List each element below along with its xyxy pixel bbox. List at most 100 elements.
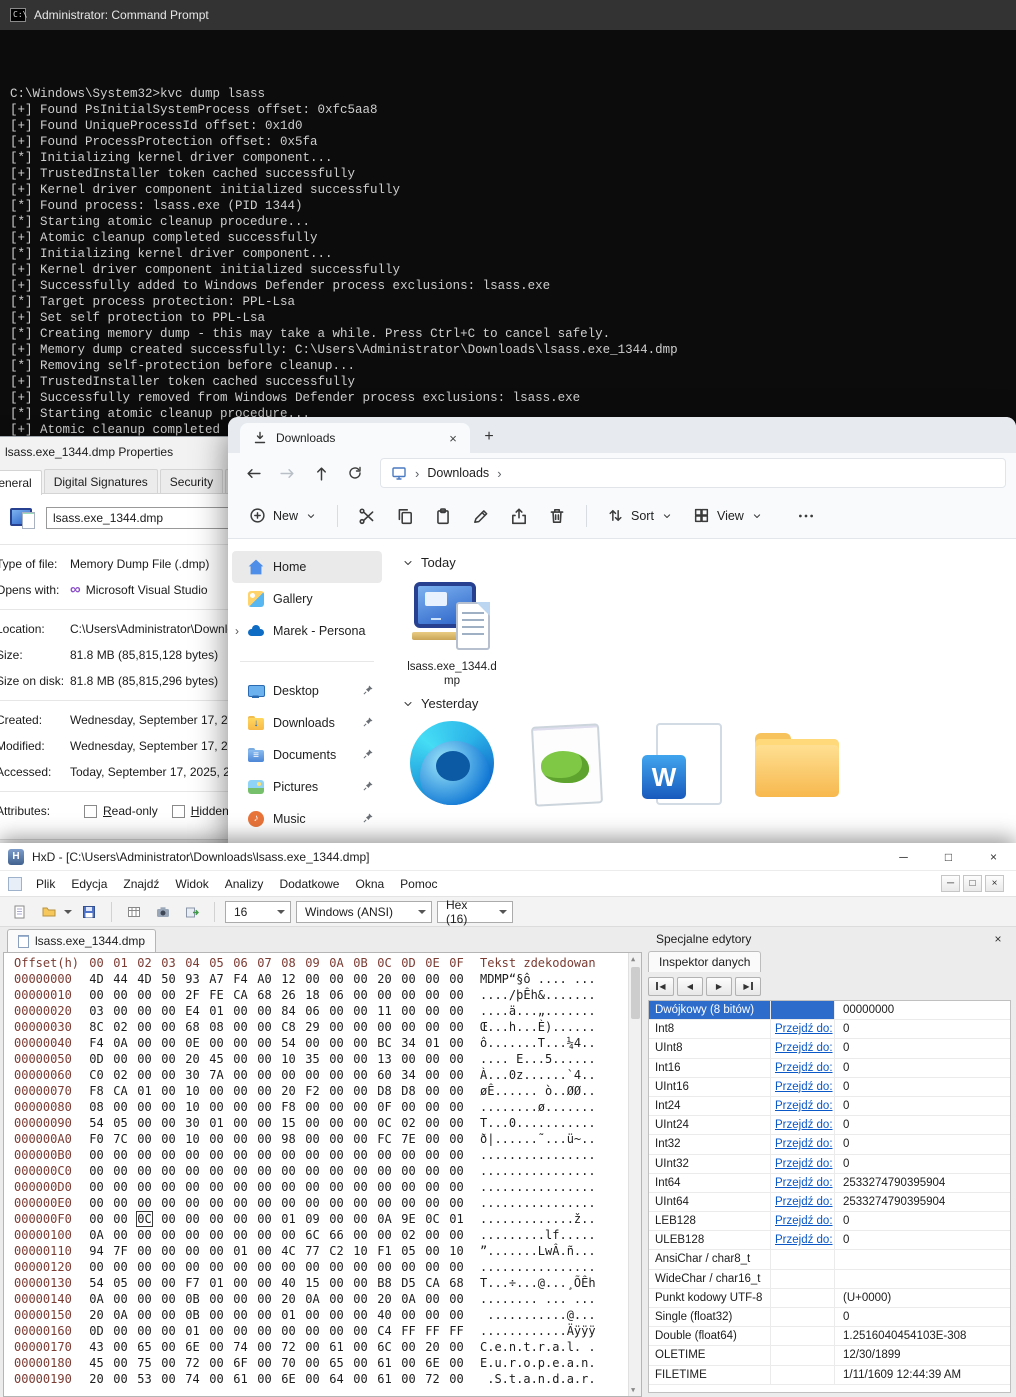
go-to-link[interactable] xyxy=(771,1346,835,1364)
refresh-button[interactable] xyxy=(340,458,370,488)
inspector-row[interactable]: Int24 Przejdź do: 0 xyxy=(649,1097,1010,1116)
hex-scrollbar[interactable] xyxy=(628,953,641,1396)
sidebar-item[interactable]: › Downloads xyxy=(232,707,382,739)
hex-row[interactable]: 000000E000000000000000000000000000000000… xyxy=(4,1195,628,1211)
inspector-row[interactable]: FILETIME 1/11/1609 12:44:39 AM xyxy=(649,1366,1010,1385)
up-button[interactable] xyxy=(306,458,336,488)
panel-close-icon[interactable]: × xyxy=(989,931,1007,947)
go-to-link[interactable]: Przejdź do: xyxy=(771,1193,835,1211)
inspector-row[interactable]: UInt16 Przejdź do: 0 xyxy=(649,1078,1010,1097)
save-button[interactable] xyxy=(77,900,101,924)
inspector-row[interactable]: Punkt kodowy UTF-8 (U+0000) xyxy=(649,1289,1010,1308)
minimize-button[interactable]: ─ xyxy=(881,843,926,871)
inspector-row[interactable]: Int8 Przejdź do: 0 xyxy=(649,1020,1010,1039)
cmd-titlebar[interactable]: Administrator: Command Prompt xyxy=(0,0,1016,30)
hex-row[interactable]: 000000C000000000000000000000000000000000… xyxy=(4,1163,628,1179)
inspector-row[interactable]: ULEB128 Przejdź do: 0 xyxy=(649,1231,1010,1250)
address-box[interactable]: › Downloads › xyxy=(380,458,1006,488)
go-to-link[interactable] xyxy=(771,1270,835,1288)
readonly-checkbox[interactable]: Read-only xyxy=(84,804,158,818)
snapshot-button[interactable] xyxy=(151,900,175,924)
sidebar-item[interactable]: › Documents xyxy=(232,739,382,771)
file-tile-dmp[interactable]: lsass.exe_1344.dmp xyxy=(402,580,502,688)
next-byte-button[interactable]: ▶ xyxy=(706,977,732,996)
mdi-close-button[interactable]: × xyxy=(985,875,1004,892)
hex-row[interactable]: 00000010000000002FFECA682618060000000000… xyxy=(4,987,628,1003)
properties-tab[interactable]: General xyxy=(0,470,42,495)
inspector-row[interactable]: Single (float32) 0 xyxy=(649,1308,1010,1327)
inspector-row[interactable]: Dwójkowy (8 bitów) 00000000 xyxy=(649,1001,1010,1020)
new-file-button[interactable] xyxy=(8,900,32,924)
yesterday-section-header[interactable]: Yesterday xyxy=(402,696,1016,711)
hex-row[interactable]: 000000F000000C0000000000010900000A9E0C01… xyxy=(4,1211,628,1227)
hxd-titlebar[interactable]: HxD - [C:\Users\Administrator\Downloads\… xyxy=(0,843,1016,871)
go-to-link[interactable] xyxy=(771,1366,835,1384)
hex-row[interactable]: 0000013054050000F701000040150000B8D5CA68… xyxy=(4,1275,628,1291)
scrollbar-thumb[interactable] xyxy=(631,967,640,1019)
maximize-button[interactable]: □ xyxy=(926,843,971,871)
file-tile[interactable] xyxy=(402,721,502,805)
go-to-link[interactable]: Przejdź do: xyxy=(771,1174,835,1192)
sidebar-item[interactable]: › Pictures xyxy=(232,771,382,803)
checkbox-box[interactable] xyxy=(172,805,185,818)
menu-item[interactable]: Edycja xyxy=(63,873,115,895)
go-to-link[interactable] xyxy=(771,1250,835,1268)
menu-item[interactable]: Okna xyxy=(347,873,392,895)
go-to-link[interactable]: Przejdź do: xyxy=(771,1059,835,1077)
menu-item[interactable]: Plik xyxy=(28,873,63,895)
inspector-row[interactable]: OLETIME 12/30/1899 xyxy=(649,1346,1010,1365)
menu-item[interactable]: Znajdź xyxy=(115,873,167,895)
document-icon[interactable] xyxy=(8,877,22,891)
forward-button[interactable] xyxy=(272,458,302,488)
data-inspector-tab[interactable]: Inspektor danych xyxy=(648,951,761,972)
first-byte-button[interactable]: ◀ xyxy=(648,977,674,996)
hex-row[interactable]: 0000019020005300740061006E00640061007200… xyxy=(4,1371,628,1387)
file-tile[interactable] xyxy=(517,721,617,805)
today-section-header[interactable]: Today xyxy=(402,555,1016,570)
sidebar-item[interactable]: › Gallery xyxy=(232,583,382,615)
previous-byte-button[interactable]: ◀ xyxy=(677,977,703,996)
menu-item[interactable]: Widok xyxy=(167,873,216,895)
breadcrumb-chevron-icon[interactable]: › xyxy=(415,466,419,481)
go-to-link[interactable] xyxy=(771,1308,835,1326)
delete-button[interactable] xyxy=(539,500,575,532)
hex-row[interactable]: 00000110947F0000000001004C77C210F1050010… xyxy=(4,1243,628,1259)
hex-row[interactable]: 00000040F40A00000E00000054000000BC340100… xyxy=(4,1035,628,1051)
hidden-checkbox[interactable]: Hidden xyxy=(172,804,229,818)
sidebar-item[interactable]: › Marek - Persona xyxy=(232,615,382,647)
chevron-right-icon[interactable]: › xyxy=(235,624,239,638)
copy-button[interactable] xyxy=(387,500,423,532)
go-to-link[interactable]: Przejdź do: xyxy=(771,1155,835,1173)
hex-row[interactable]: 000000500D000000204500001035000013000000… xyxy=(4,1051,628,1067)
encoding-select[interactable]: Windows (ANSI) xyxy=(296,901,432,923)
inspector-row[interactable]: WideChar / char16_t xyxy=(649,1270,1010,1289)
go-to-link[interactable] xyxy=(771,1289,835,1307)
inspector-row[interactable]: UInt32 Przejdź do: 0 xyxy=(649,1155,1010,1174)
explorer-tab-downloads[interactable]: Downloads × xyxy=(240,423,470,453)
properties-tab[interactable]: Security xyxy=(160,469,223,494)
go-to-link[interactable] xyxy=(771,1327,835,1345)
inspector-row[interactable]: Int64 Przejdź do: 2533274790395904 xyxy=(649,1174,1010,1193)
sidebar-item[interactable]: › Desktop xyxy=(232,675,382,707)
inspector-row[interactable]: Double (float64) 1.2516040454103E-308 xyxy=(649,1327,1010,1346)
open-dropdown-icon[interactable] xyxy=(64,910,72,918)
inspector-row[interactable]: Int32 Przejdź do: 0 xyxy=(649,1135,1010,1154)
rename-button[interactable] xyxy=(463,500,499,532)
cut-button[interactable] xyxy=(349,500,385,532)
go-to-link[interactable]: Przejdź do: xyxy=(771,1135,835,1153)
sidebar-item[interactable]: › Music xyxy=(232,803,382,835)
menu-item[interactable]: Dodatkowe xyxy=(271,873,347,895)
breadcrumb-downloads[interactable]: Downloads xyxy=(427,466,489,480)
hex-row[interactable]: 000000800800000010000000F80000000F000000… xyxy=(4,1099,628,1115)
new-button[interactable]: New xyxy=(240,500,326,531)
open-file-button[interactable] xyxy=(37,900,61,924)
inspector-row[interactable]: AnsiChar / char8_t xyxy=(649,1250,1010,1269)
menu-item[interactable]: Pomoc xyxy=(392,873,445,895)
inspector-row[interactable]: LEB128 Przejdź do: 0 xyxy=(649,1212,1010,1231)
hex-row[interactable]: 0000002003000000E40100008406000011000000… xyxy=(4,1003,628,1019)
close-button[interactable]: × xyxy=(971,843,1016,871)
hex-row[interactable]: 000000905405000030010000150000000C020000… xyxy=(4,1115,628,1131)
properties-tab[interactable]: Digital Signatures xyxy=(44,469,158,494)
file-tile[interactable] xyxy=(632,721,732,805)
inspector-row[interactable]: Int16 Przejdź do: 0 xyxy=(649,1059,1010,1078)
